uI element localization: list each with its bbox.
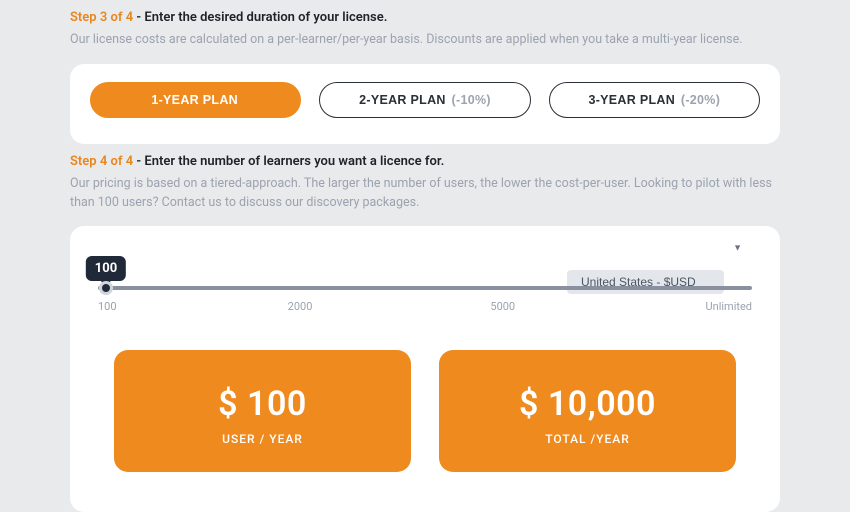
step-4-description: Our pricing is based on a tiered-approac… xyxy=(70,175,780,213)
slider-thumb[interactable] xyxy=(99,281,113,295)
plan-2-year-button[interactable]: 2-YEAR PLAN (-10%) xyxy=(319,82,530,118)
learners-card: United States - $USD ▼ 100 100 2000 5000… xyxy=(70,226,780,512)
slider-tick-labels: 100 2000 5000 Unlimited xyxy=(98,300,752,314)
step-4-section: Step 4 of 4 - Enter the number of learne… xyxy=(0,144,850,512)
slider-value-tooltip: 100 xyxy=(86,256,126,281)
plan-1-year-label: 1-YEAR PLAN xyxy=(151,93,238,107)
plan-options-row: 1-YEAR PLAN 2-YEAR PLAN (-10%) 3-YEAR PL… xyxy=(90,82,760,118)
learner-slider[interactable]: 100 100 2000 5000 Unlimited xyxy=(98,286,752,314)
step-4-heading: Step 4 of 4 - Enter the number of learne… xyxy=(70,154,780,169)
price-per-user-card: $ 100 USER / YEAR xyxy=(114,350,411,472)
chevron-down-icon: ▼ xyxy=(733,243,742,254)
price-per-user-amount: $ 100 xyxy=(124,384,401,424)
price-total-card: $ 10,000 TOTAL /YEAR xyxy=(439,350,736,472)
pricing-row: $ 100 USER / YEAR $ 10,000 TOTAL /YEAR xyxy=(98,350,752,472)
step-3-prefix: Step 3 of 4 xyxy=(70,10,133,25)
plan-1-year-button[interactable]: 1-YEAR PLAN xyxy=(90,82,301,118)
plan-2-year-discount: (-10%) xyxy=(452,93,491,107)
step-3-title: - Enter the desired duration of your lic… xyxy=(133,10,387,25)
price-per-user-label: USER / YEAR xyxy=(124,432,401,446)
step-4-title: - Enter the number of learners you want … xyxy=(133,154,444,169)
plan-2-year-label: 2-YEAR PLAN xyxy=(359,93,446,107)
price-total-label: TOTAL /YEAR xyxy=(449,432,726,446)
slider-tick-5000: 5000 xyxy=(490,300,515,313)
slider-track xyxy=(98,286,752,290)
plan-3-year-button[interactable]: 3-YEAR PLAN (-20%) xyxy=(549,82,760,118)
step-3-heading: Step 3 of 4 - Enter the desired duration… xyxy=(70,10,780,25)
plan-3-year-label: 3-YEAR PLAN xyxy=(588,93,675,107)
slider-tick-100: 100 xyxy=(98,300,117,313)
step-4-prefix: Step 4 of 4 xyxy=(70,154,133,169)
step-3-description: Our license costs are calculated on a pe… xyxy=(70,31,780,50)
slider-tick-2000: 2000 xyxy=(288,300,313,313)
slider-tick-unlimited: Unlimited xyxy=(705,300,752,313)
plan-3-year-discount: (-20%) xyxy=(681,93,720,107)
price-total-amount: $ 10,000 xyxy=(449,384,726,424)
license-duration-card: 1-YEAR PLAN 2-YEAR PLAN (-10%) 3-YEAR PL… xyxy=(70,64,780,144)
step-3-section: Step 3 of 4 - Enter the desired duration… xyxy=(0,0,850,144)
